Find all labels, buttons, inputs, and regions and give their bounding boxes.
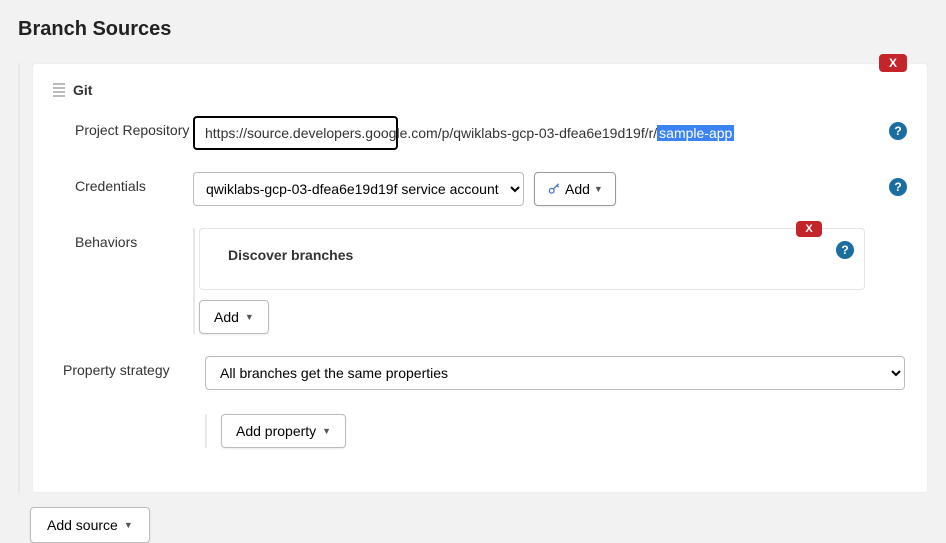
credentials-select[interactable]: qwiklabs-gcp-03-dfea6e19d19f service acc…: [193, 172, 524, 206]
property-strategy-label: Property strategy: [53, 356, 205, 378]
add-property-button[interactable]: Add property ▼: [221, 414, 346, 448]
delete-behavior-button[interactable]: X: [796, 221, 822, 237]
property-strategy-select[interactable]: All branches get the same properties: [205, 356, 905, 390]
behavior-title: Discover branches: [228, 247, 846, 263]
drag-handle-icon[interactable]: [53, 83, 65, 97]
caret-down-icon: ▼: [594, 184, 603, 194]
key-icon: [547, 182, 561, 196]
add-credentials-button[interactable]: Add ▼: [534, 172, 616, 206]
git-title: Git: [73, 82, 92, 98]
property-strategy-row: Property strategy All branches get the s…: [53, 356, 907, 448]
section-title: Branch Sources: [18, 18, 928, 41]
add-source-button[interactable]: Add source ▼: [30, 507, 150, 543]
repo-highlight-selection: sample-app: [657, 125, 734, 141]
delete-source-button[interactable]: X: [879, 54, 907, 72]
caret-down-icon: ▼: [245, 312, 254, 322]
behaviors-row: Behaviors X ? Discover branches Add ▼: [53, 228, 907, 334]
git-source-panel: X Git Project Repository https://source.…: [32, 63, 928, 493]
credentials-row: Credentials qwiklabs-gcp-03-dfea6e19d19f…: [53, 172, 907, 206]
help-icon[interactable]: ?: [836, 241, 854, 259]
behaviors-label: Behaviors: [53, 228, 193, 250]
caret-down-icon: ▼: [322, 426, 331, 436]
git-header: Git: [53, 82, 907, 98]
credentials-label: Credentials: [53, 172, 193, 194]
help-icon[interactable]: ?: [889, 178, 907, 196]
add-source-row: Add source ▼: [18, 507, 928, 543]
project-repository-input[interactable]: [193, 116, 398, 150]
caret-down-icon: ▼: [124, 520, 133, 530]
behavior-item: X ? Discover branches: [199, 228, 865, 290]
help-icon[interactable]: ?: [889, 122, 907, 140]
branch-sources-panel: X Git Project Repository https://source.…: [18, 63, 928, 493]
add-behavior-button[interactable]: Add ▼: [199, 300, 269, 334]
repo-row: Project Repository https://source.develo…: [53, 116, 907, 150]
repo-label: Project Repository: [53, 116, 193, 138]
